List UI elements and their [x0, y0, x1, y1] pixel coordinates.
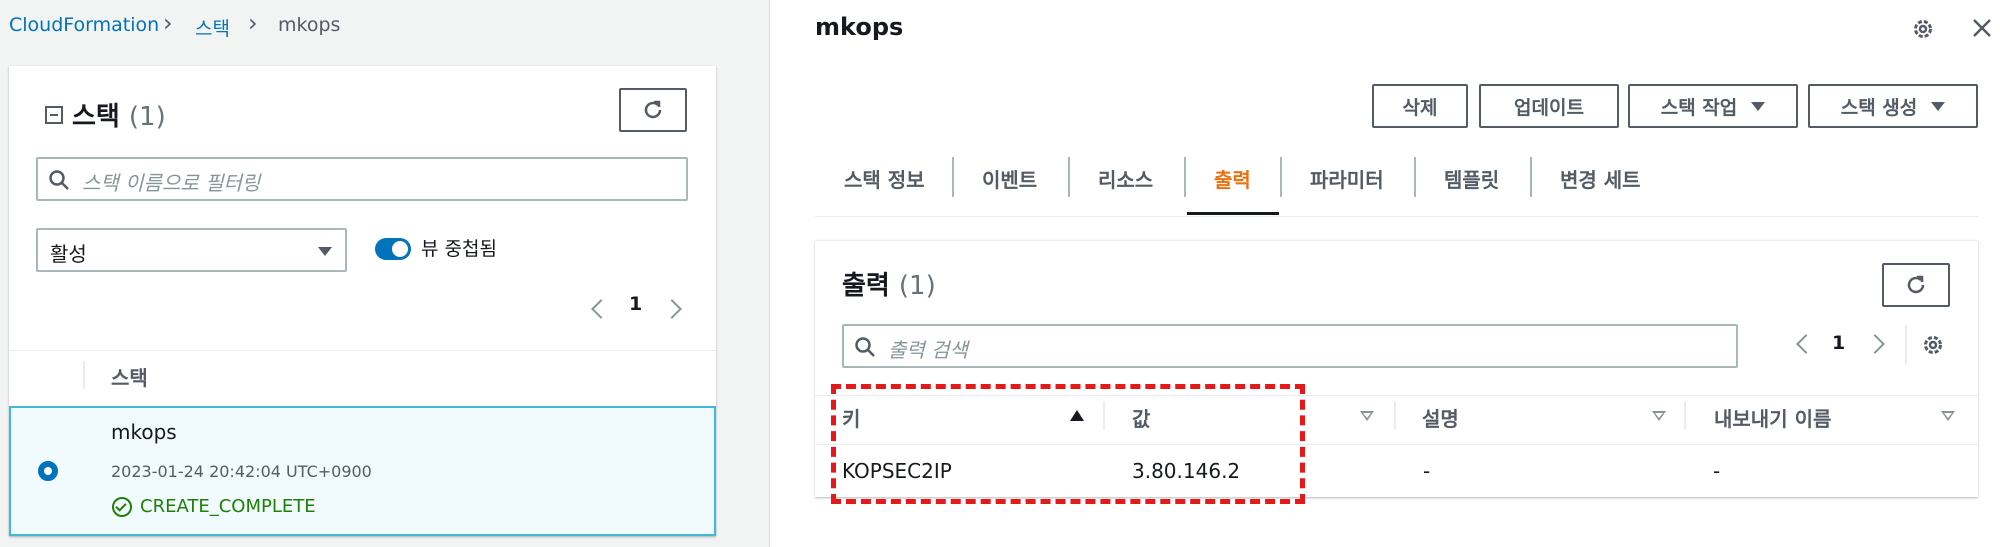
search-icon	[855, 337, 875, 357]
breadcrumb-current: mkops	[278, 14, 341, 36]
tab-change-sets[interactable]: 변경 세트	[1560, 164, 1641, 193]
stack-filter-input[interactable]: 스택 이름으로 필터링	[36, 157, 688, 201]
caret-down-icon	[1751, 101, 1766, 111]
stacks-sidebar: CloudFormation › 스택 › mkops 스택 (1) 스택 이름…	[0, 0, 770, 547]
tab-template[interactable]: 템플릿	[1444, 164, 1499, 193]
stack-status: CREATE_COMPLETE	[140, 496, 316, 517]
tabs-divider	[815, 216, 1978, 217]
table-divider	[9, 350, 716, 351]
stack-actions-button[interactable]: 스택 작업	[1628, 84, 1798, 128]
update-button[interactable]: 업데이트	[1479, 84, 1619, 128]
tab-separator	[1068, 157, 1070, 197]
tab-parameters[interactable]: 파라미터	[1310, 164, 1384, 193]
nested-view-toggle[interactable]	[375, 238, 411, 260]
outputs-title-text: 출력	[842, 271, 890, 301]
search-icon	[49, 170, 69, 190]
chevron-left-icon[interactable]	[591, 299, 611, 319]
nested-view-label: 뷰 중첩됨	[421, 238, 497, 260]
caret-down-icon	[318, 247, 332, 256]
outputs-page-number[interactable]: 1	[1832, 332, 1845, 354]
sort-icon[interactable]	[1652, 411, 1666, 421]
outputs-search-placeholder: 출력 검색	[888, 338, 968, 362]
delete-button-label: 삭제	[1402, 96, 1438, 119]
success-check-icon	[112, 497, 132, 517]
outputs-search-input[interactable]: 출력 검색	[842, 324, 1738, 368]
refresh-icon	[644, 100, 662, 119]
chevron-right-icon: ›	[163, 9, 173, 37]
caret-down-icon	[1931, 101, 1946, 111]
output-export-name: -	[1713, 459, 1721, 483]
chevron-right-icon[interactable]	[662, 299, 682, 319]
outputs-title: 출력 (1)	[842, 265, 936, 302]
stacks-title-text: 스택	[72, 102, 120, 132]
status-filter-select[interactable]: 활성	[36, 228, 347, 272]
tab-events[interactable]: 이벤트	[982, 164, 1037, 193]
outputs-count: (1)	[898, 271, 936, 301]
create-stack-button[interactable]: 스택 생성	[1808, 84, 1978, 128]
breadcrumb: CloudFormation › 스택 › mkops	[0, 0, 770, 60]
stacks-count: (1)	[128, 102, 166, 132]
create-stack-label: 스택 생성	[1840, 96, 1918, 119]
refresh-icon	[1907, 275, 1925, 294]
sort-icon[interactable]	[1941, 411, 1955, 421]
collapse-icon[interactable]	[45, 106, 63, 124]
delete-button[interactable]: 삭제	[1372, 84, 1468, 128]
gear-icon[interactable]	[1920, 332, 1946, 358]
table-row[interactable]: mkops 2023-01-24 20:42:04 UTC+0900 CREAT…	[9, 406, 716, 536]
column-separator	[1684, 401, 1686, 429]
page-title: mkops	[815, 13, 904, 41]
close-icon[interactable]	[1970, 16, 1994, 40]
active-tab-indicator	[1187, 212, 1279, 215]
tab-separator	[1530, 157, 1532, 197]
stacks-title: 스택 (1)	[72, 96, 166, 133]
update-button-label: 업데이트	[1514, 96, 1584, 119]
gear-icon[interactable]	[1910, 16, 1936, 42]
column-separator	[83, 361, 85, 389]
tab-stack-info[interactable]: 스택 정보	[844, 164, 925, 193]
breadcrumb-cloudformation[interactable]: CloudFormation	[9, 14, 159, 36]
tab-separator	[1184, 157, 1186, 197]
stack-name[interactable]: mkops	[111, 420, 177, 444]
stack-created-time: 2023-01-24 20:42:04 UTC+0900	[111, 462, 372, 481]
column-header-stack[interactable]: 스택	[111, 362, 148, 391]
highlight-annotation	[831, 384, 1305, 504]
sort-icon[interactable]	[1360, 411, 1374, 421]
column-header-description[interactable]: 설명	[1422, 403, 1459, 432]
stack-filter-placeholder: 스택 이름으로 필터링	[82, 171, 261, 195]
tab-resources[interactable]: 리소스	[1098, 164, 1153, 193]
outputs-refresh-button[interactable]	[1882, 263, 1950, 307]
tab-separator	[1414, 157, 1416, 197]
page-number[interactable]: 1	[629, 293, 642, 315]
status-filter-value: 활성	[50, 242, 87, 266]
breadcrumb-stacks[interactable]: 스택	[195, 14, 230, 41]
row-radio[interactable]	[38, 461, 58, 481]
column-header-export-name[interactable]: 내보내기 이름	[1714, 403, 1831, 432]
column-separator	[1394, 401, 1396, 429]
pagination-separator	[1905, 325, 1907, 365]
tab-separator	[1280, 157, 1282, 197]
chevron-right-icon: ›	[248, 9, 258, 37]
refresh-button[interactable]	[619, 88, 687, 132]
stack-actions-label: 스택 작업	[1660, 96, 1738, 119]
tab-outputs[interactable]: 출력	[1214, 164, 1251, 193]
output-description: -	[1423, 459, 1431, 483]
tab-separator	[952, 157, 954, 197]
